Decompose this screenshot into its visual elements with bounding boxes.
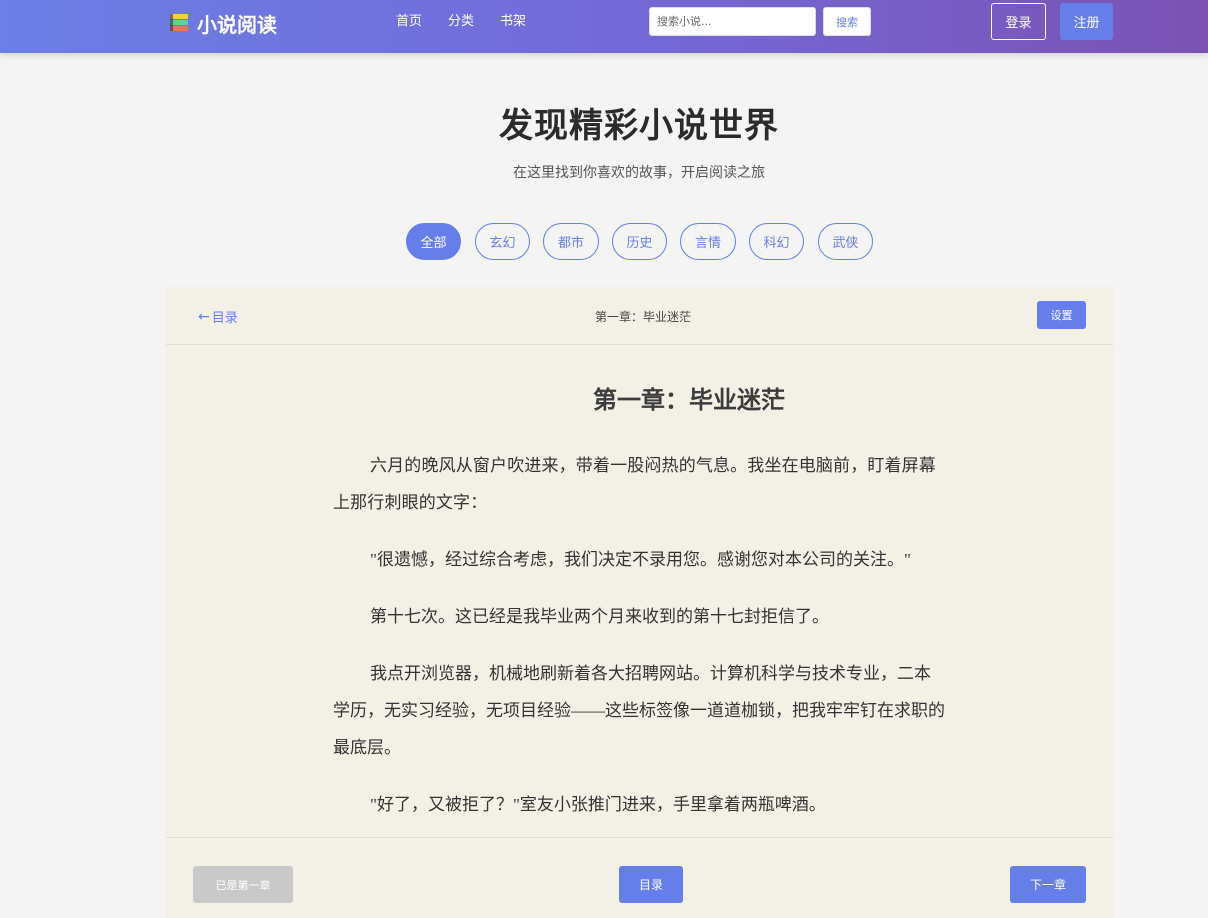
hero-subtitle: 在这里找到你喜欢的故事，开启阅读之旅 — [513, 165, 765, 181]
chapter-reader: ← 目录 第一章：毕业迷茫 设置 第一章：毕业迷茫 六月的晚风从窗户吹进来，带着… — [166, 287, 1113, 918]
nav-categories[interactable]: 分类 — [448, 14, 474, 30]
paragraph: 我点开浏览器，机械地刷新着各大招聘网站。计算机科学与技术专业，二本学历，无实习经… — [333, 664, 945, 757]
search-button[interactable]: 搜索 — [823, 7, 871, 36]
hero-title: 发现精彩小说世界 — [499, 106, 779, 146]
main-nav: 首页 分类 书架 — [396, 14, 552, 30]
category-wuxia[interactable]: 武侠 — [818, 223, 873, 260]
brand-name: 小说阅读 — [197, 12, 277, 37]
reader-footer: 已是第一章 目录 下一章 — [166, 837, 1113, 918]
chapter-title: 第一章：毕业迷茫 — [593, 386, 785, 414]
register-button[interactable]: 注册 — [1060, 3, 1113, 40]
header-chapter-title: 第一章：毕业迷茫 — [594, 310, 691, 324]
category-all[interactable]: 全部 — [406, 223, 461, 260]
category-dushi[interactable]: 都市 — [543, 223, 599, 260]
paragraph: 六月的晚风从窗户吹进来，带着一股闷热的气息。我坐在电脑前，盯着屏幕上那行刺眼的文… — [333, 456, 936, 512]
next-chapter-button[interactable]: 下一章 — [1010, 866, 1086, 903]
books-icon — [169, 13, 189, 33]
chapter-content[interactable]: 六月的晚风从窗户吹进来，带着一股闷热的气息。我坐在电脑前，盯着屏幕上那行刺眼的文… — [333, 447, 945, 843]
reader-header: ← 目录 第一章：毕业迷茫 设置 — [166, 287, 1113, 345]
category-kehuan[interactable]: 科幻 — [749, 223, 804, 260]
toc-button[interactable]: 目录 — [619, 866, 683, 903]
category-xuanhuan[interactable]: 玄幻 — [475, 223, 530, 260]
category-lishi[interactable]: 历史 — [612, 223, 667, 260]
top-navbar: 小说阅读 首页 分类 书架 搜索 登录 注册 — [0, 0, 1208, 53]
login-button[interactable]: 登录 — [991, 3, 1046, 40]
search-input[interactable] — [649, 7, 816, 36]
nav-home[interactable]: 首页 — [396, 14, 422, 30]
settings-button[interactable]: 设置 — [1037, 301, 1086, 329]
paragraph: "很遗憾，经过综合考虑，我们决定不录用您。感谢您对本公司的关注。" — [370, 550, 911, 569]
paragraph: "好了，又被拒了？"室友小张推门进来，手里拿着两瓶啤酒。 — [370, 795, 826, 814]
prev-chapter-button[interactable]: 已是第一章 — [193, 866, 293, 903]
nav-bookshelf[interactable]: 书架 — [500, 14, 526, 30]
category-yanqing[interactable]: 言情 — [680, 223, 736, 260]
paragraph: 第十七次。这已经是我毕业两个月来收到的第十七封拒信了。 — [370, 607, 829, 626]
brand-logo[interactable]: 小说阅读 — [169, 11, 277, 37]
